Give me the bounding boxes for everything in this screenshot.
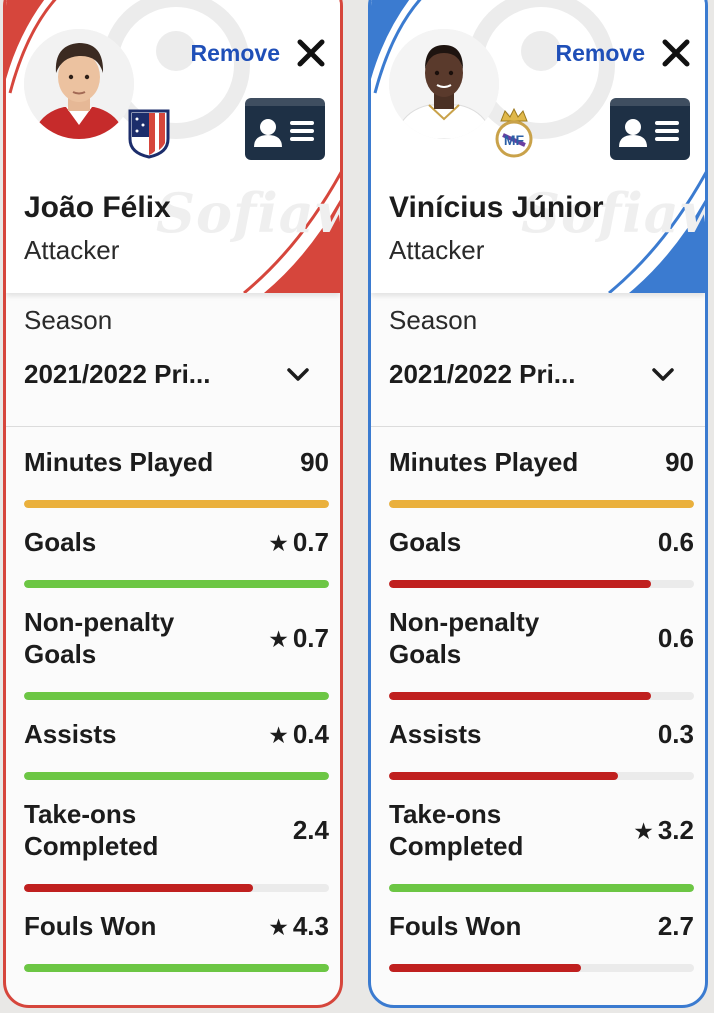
real-madrid-crest-icon: MF	[495, 107, 533, 158]
svg-text:MF: MF	[504, 132, 525, 148]
stat-label: Goals	[389, 527, 462, 557]
stat-value: ★ 0.4	[268, 718, 329, 751]
stat-number: 90	[300, 447, 329, 477]
stat-label: Take-ons Completed	[24, 799, 159, 861]
stat-bar-fill	[24, 884, 253, 892]
stat-number: 0.6	[657, 527, 694, 557]
stat-bar-fill	[24, 964, 329, 972]
stat-number: 0.7	[292, 623, 329, 653]
season-value: 2021/2022 Pri...	[24, 359, 211, 389]
player-header: Sofiawka MF Remove	[371, 0, 705, 293]
star-icon: ★	[268, 722, 289, 748]
stat-bar	[389, 884, 694, 892]
stat-bar	[389, 964, 694, 972]
stat-bar-fill	[389, 884, 694, 892]
stat-number: 3.2	[657, 815, 694, 845]
season-label: Season	[389, 305, 478, 335]
stat-bar-fill	[24, 500, 329, 508]
stat-bar-fill	[24, 580, 329, 588]
stat-value: 2.4	[293, 814, 329, 846]
stat-label: Fouls Won	[389, 911, 522, 941]
stat-value: 90	[300, 446, 329, 478]
player-profile-card-icon[interactable]	[244, 97, 326, 161]
stat-label: Assists	[389, 719, 482, 749]
player-card-joao-felix: Sofiawka Remove	[3, 0, 343, 1008]
atletico-madrid-crest-icon	[128, 109, 170, 159]
player-card-vinicius-junior: Sofiawka MF Remove	[368, 0, 708, 1008]
star-icon: ★	[268, 914, 289, 940]
watermark-text: Sofiawka	[156, 181, 340, 245]
divider	[371, 426, 705, 427]
stat-number: 2.4	[292, 815, 329, 845]
stat-number: 0.6	[657, 623, 694, 653]
stat-label: Take-ons Completed	[389, 799, 524, 861]
player-name: Vinícius Júnior	[389, 191, 604, 224]
stat-bar	[389, 772, 694, 780]
player-profile-card-icon[interactable]	[609, 97, 691, 161]
stat-bar	[389, 580, 694, 588]
stat-bar-fill	[389, 692, 652, 700]
stat-bar	[389, 500, 694, 508]
close-icon[interactable]	[296, 38, 326, 68]
stat-number: 90	[665, 447, 694, 477]
stat-label: Non-penalty Goals	[389, 607, 540, 669]
stat-label: Minutes Played	[389, 447, 579, 477]
stat-value: 2.7	[658, 910, 694, 942]
stat-bar	[24, 964, 329, 972]
stat-label: Non-penalty Goals	[24, 607, 175, 669]
season-dropdown[interactable]: 2021/2022 Pri...	[389, 359, 689, 395]
stat-bar-fill	[389, 964, 582, 972]
stat-value: ★ 4.3	[268, 910, 329, 943]
player-role: Attacker	[24, 235, 120, 265]
player-role: Attacker	[389, 235, 485, 265]
stat-number: 2.7	[657, 911, 694, 941]
remove-player-button[interactable]: Remove	[556, 40, 645, 67]
stat-label: Goals	[24, 527, 97, 557]
stat-value: ★ 0.7	[268, 526, 329, 559]
stat-value: 0.3	[658, 718, 694, 750]
stat-bar	[389, 692, 694, 700]
stat-bar-fill	[389, 580, 652, 588]
chevron-down-icon[interactable]	[286, 367, 310, 383]
stat-number: 0.7	[292, 527, 329, 557]
season-dropdown[interactable]: 2021/2022 Pri...	[24, 359, 324, 395]
season-label: Season	[24, 305, 113, 335]
stat-bar-fill	[389, 772, 618, 780]
season-value: 2021/2022 Pri...	[389, 359, 576, 389]
stat-bar	[24, 692, 329, 700]
close-icon[interactable]	[661, 38, 691, 68]
stat-number: 4.3	[292, 911, 329, 941]
stat-value: 90	[665, 446, 694, 478]
player-photo	[389, 29, 499, 139]
stat-bar-fill	[24, 692, 329, 700]
player-header: Sofiawka Remove	[6, 0, 340, 293]
stat-value: 0.6	[658, 622, 694, 654]
stat-label: Fouls Won	[24, 911, 157, 941]
stat-bar	[24, 580, 329, 588]
stat-value: 0.6	[658, 526, 694, 558]
stat-bar-fill	[389, 500, 694, 508]
stat-label: Minutes Played	[24, 447, 214, 477]
star-icon: ★	[268, 530, 289, 556]
divider	[6, 426, 340, 427]
stat-number: 0.3	[657, 719, 694, 749]
star-icon: ★	[268, 626, 289, 652]
remove-player-button[interactable]: Remove	[191, 40, 280, 67]
chevron-down-icon[interactable]	[651, 367, 675, 383]
stat-bar	[24, 884, 329, 892]
stat-label: Assists	[24, 719, 117, 749]
stat-value: ★ 3.2	[633, 814, 694, 847]
stat-bar-fill	[24, 772, 329, 780]
stat-bar	[24, 500, 329, 508]
player-photo	[24, 29, 134, 139]
stat-value: ★ 0.7	[268, 622, 329, 655]
player-name: João Félix	[24, 191, 171, 224]
star-icon: ★	[633, 818, 654, 844]
stat-bar	[24, 772, 329, 780]
stat-number: 0.4	[292, 719, 329, 749]
